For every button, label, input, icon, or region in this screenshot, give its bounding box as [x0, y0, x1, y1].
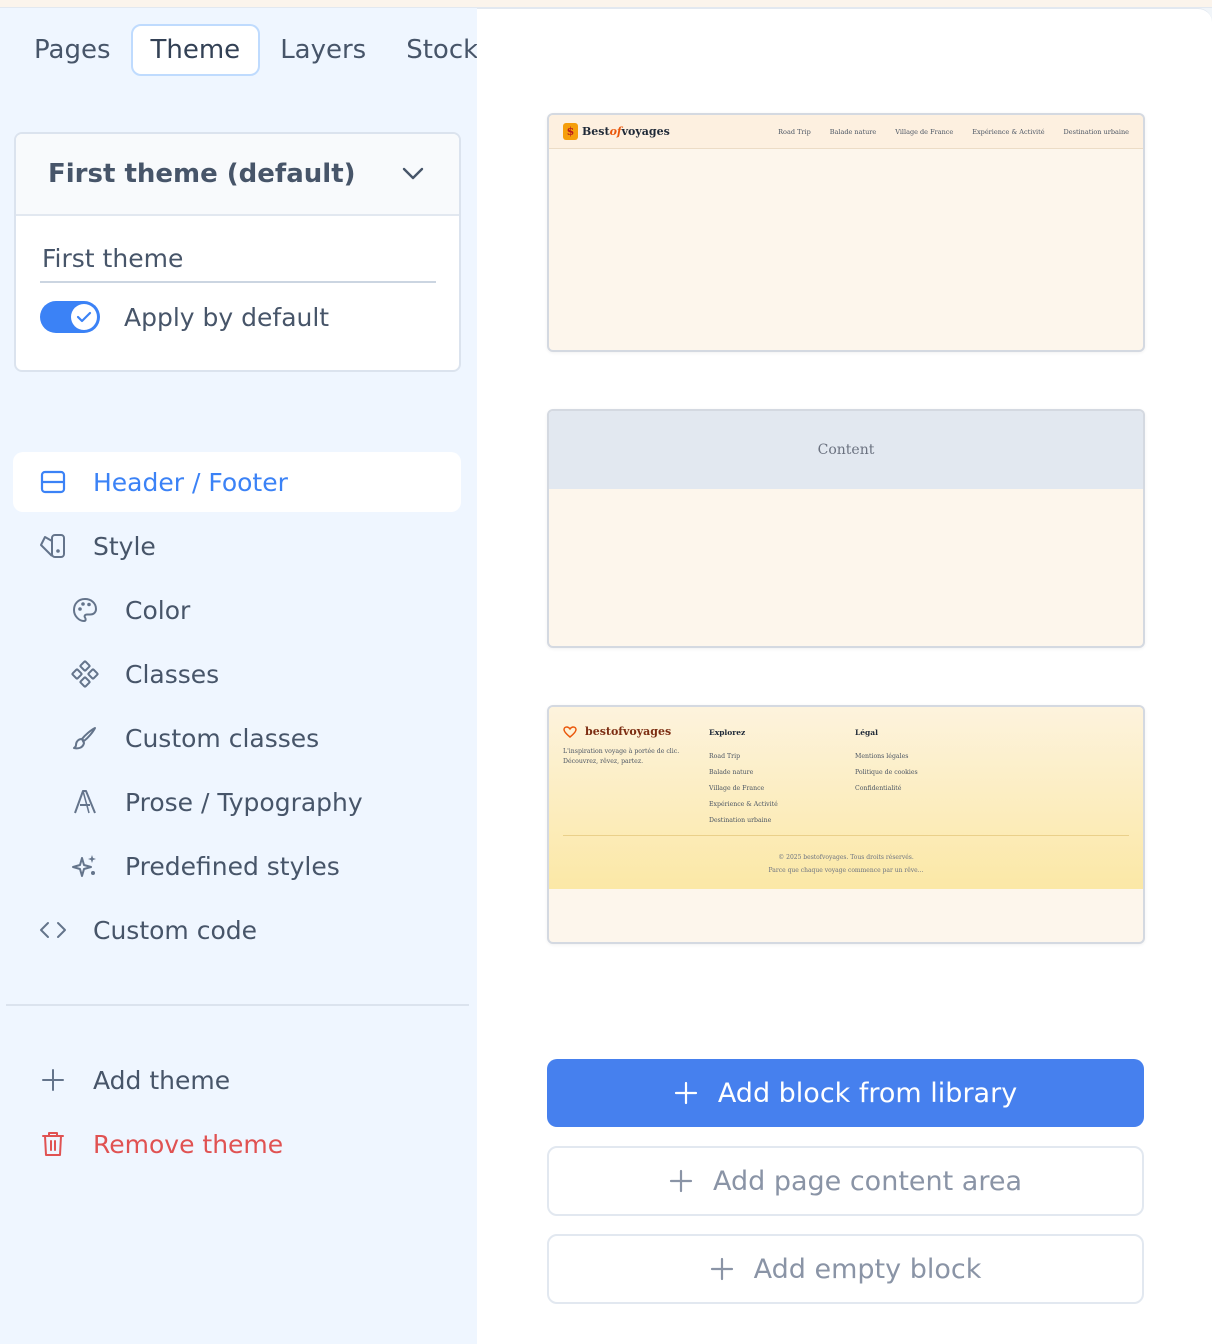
theme-actions: Add theme Remove theme [13, 1050, 461, 1178]
plus-icon [37, 1064, 69, 1096]
footer-link: Balade nature [709, 769, 754, 776]
typography-icon [69, 786, 101, 818]
add-empty-block-button[interactable]: Add empty block [547, 1234, 1144, 1304]
add-page-content-area-button[interactable]: Add page content area [547, 1146, 1144, 1216]
theme-card: First theme (default) Apply by default [14, 132, 461, 372]
footer-copyright: © 2025 bestofvoyages. Tous droits réserv… [549, 851, 1143, 877]
plus-icon [674, 1081, 698, 1105]
brush-icon [69, 722, 101, 754]
header-block-preview[interactable]: $ Best of voyages Road Trip Balade nature … [547, 113, 1145, 352]
footer-col-title: Légal [855, 728, 878, 737]
apply-default-row: Apply by default [40, 301, 435, 333]
footer-divider [563, 835, 1129, 836]
apply-default-label: Apply by default [124, 302, 330, 332]
footer-link: Expérience & Activité [709, 801, 778, 808]
footer-link: Road Trip [709, 753, 741, 760]
tab-layers[interactable]: Layers [260, 24, 386, 76]
menu-item-classes[interactable]: Classes [13, 644, 461, 704]
swatch-book-icon [37, 530, 69, 562]
header-preview-nav: Road Trip Balade nature Village de Franc… [759, 128, 1129, 136]
content-placeholder: Content [549, 411, 1143, 489]
logo-text-voyages: voyages [621, 125, 670, 138]
remove-theme-button[interactable]: Remove theme [13, 1114, 461, 1174]
theme-canvas: $ Best of voyages Road Trip Balade nature … [477, 8, 1212, 1344]
theme-selector-label: First theme (default) [48, 159, 356, 189]
sidebar-tabs: Pages Theme Layers Stock [14, 24, 498, 76]
footer-tagline: L'inspiration voyage à portée de clic. D… [563, 748, 680, 765]
menu-item-label: Custom classes [125, 723, 320, 753]
footer-link: Politique de cookies [855, 769, 918, 776]
window-top-strip [0, 0, 1212, 8]
check-icon [71, 304, 97, 330]
tab-theme[interactable]: Theme [130, 24, 261, 76]
menu-item-label: Header / Footer [93, 467, 288, 497]
add-block-library-label: Add block from library [717, 1077, 1018, 1109]
footer-link: Village de France [709, 785, 765, 792]
header-preview-logo: $ Best of voyages [563, 123, 670, 140]
sidebar-divider [6, 1004, 469, 1006]
code-icon [37, 914, 69, 946]
nav-link: Destination urbaine [1063, 127, 1129, 136]
slogan-text: Parce que chaque voyage commence par un … [768, 867, 924, 874]
tab-pages[interactable]: Pages [14, 24, 131, 76]
theme-menu: Header / Footer Style Color Classes Cust… [13, 452, 461, 964]
layout-rows-icon [37, 466, 69, 498]
add-block-from-library-button[interactable]: Add block from library [547, 1059, 1144, 1127]
apply-default-toggle[interactable] [40, 301, 100, 333]
menu-item-color[interactable]: Color [13, 580, 461, 640]
heart-icon [563, 725, 577, 738]
add-empty-block-label: Add empty block [753, 1253, 982, 1285]
add-theme-label: Add theme [93, 1065, 231, 1095]
logo-text-of: of [609, 125, 622, 138]
remove-theme-label: Remove theme [93, 1129, 284, 1159]
menu-item-predefined-styles[interactable]: Predefined styles [13, 836, 461, 896]
sparkles-icon [69, 850, 101, 882]
content-area-preview[interactable]: Content [547, 409, 1145, 648]
menu-item-prose-typography[interactable]: Prose / Typography [13, 772, 461, 832]
chevron-down-icon[interactable] [399, 160, 427, 188]
palette-icon [69, 594, 101, 626]
sidebar: Pages Theme Layers Stock First theme (de… [0, 8, 478, 1344]
nav-link: Balade nature [829, 127, 877, 136]
add-content-area-label: Add page content area [712, 1165, 1023, 1197]
menu-item-label: Prose / Typography [125, 787, 363, 817]
menu-item-custom-code[interactable]: Custom code [13, 900, 461, 960]
header-preview-bar: $ Best of voyages Road Trip Balade nature … [549, 115, 1143, 149]
footer-block-preview[interactable]: bestofvoyages L'inspiration voyage à por… [547, 705, 1145, 944]
logo-mark-icon: $ [563, 123, 578, 140]
footer-preview: bestofvoyages L'inspiration voyage à por… [549, 707, 1143, 889]
plus-icon [669, 1169, 693, 1193]
components-icon [69, 658, 101, 690]
footer-preview-brand: bestofvoyages [563, 725, 671, 738]
footer-col-explore: Explorez Road Trip Balade nature Village… [709, 725, 778, 829]
menu-item-label: Classes [125, 659, 220, 689]
menu-item-style[interactable]: Style [13, 516, 461, 576]
menu-item-label: Color [125, 595, 191, 625]
logo-text-best: Best [582, 125, 610, 138]
theme-selector[interactable]: First theme (default) [16, 134, 459, 216]
footer-link: Destination urbaine [709, 817, 772, 824]
add-theme-button[interactable]: Add theme [13, 1050, 461, 1110]
footer-col-legal: Légal Mentions légales Politique de cook… [855, 725, 918, 797]
footer-link: Mentions légales [855, 753, 909, 760]
menu-item-label: Style [93, 531, 156, 561]
nav-link: Road Trip [778, 127, 811, 136]
theme-name-input[interactable] [40, 244, 436, 283]
footer-col-title: Explorez [709, 728, 746, 737]
copyright-text: © 2025 bestofvoyages. Tous droits réserv… [778, 854, 914, 861]
trash-icon [37, 1128, 69, 1160]
footer-brand-text: bestofvoyages [585, 725, 672, 738]
menu-item-header-footer[interactable]: Header / Footer [13, 452, 461, 512]
nav-link: Expérience & Activité [972, 127, 1045, 136]
menu-item-custom-classes[interactable]: Custom classes [13, 708, 461, 768]
footer-link: Confidentialité [855, 785, 902, 792]
menu-item-label: Custom code [93, 915, 258, 945]
menu-item-label: Predefined styles [125, 851, 340, 881]
nav-link: Village de France [895, 127, 954, 136]
plus-icon [710, 1257, 734, 1281]
